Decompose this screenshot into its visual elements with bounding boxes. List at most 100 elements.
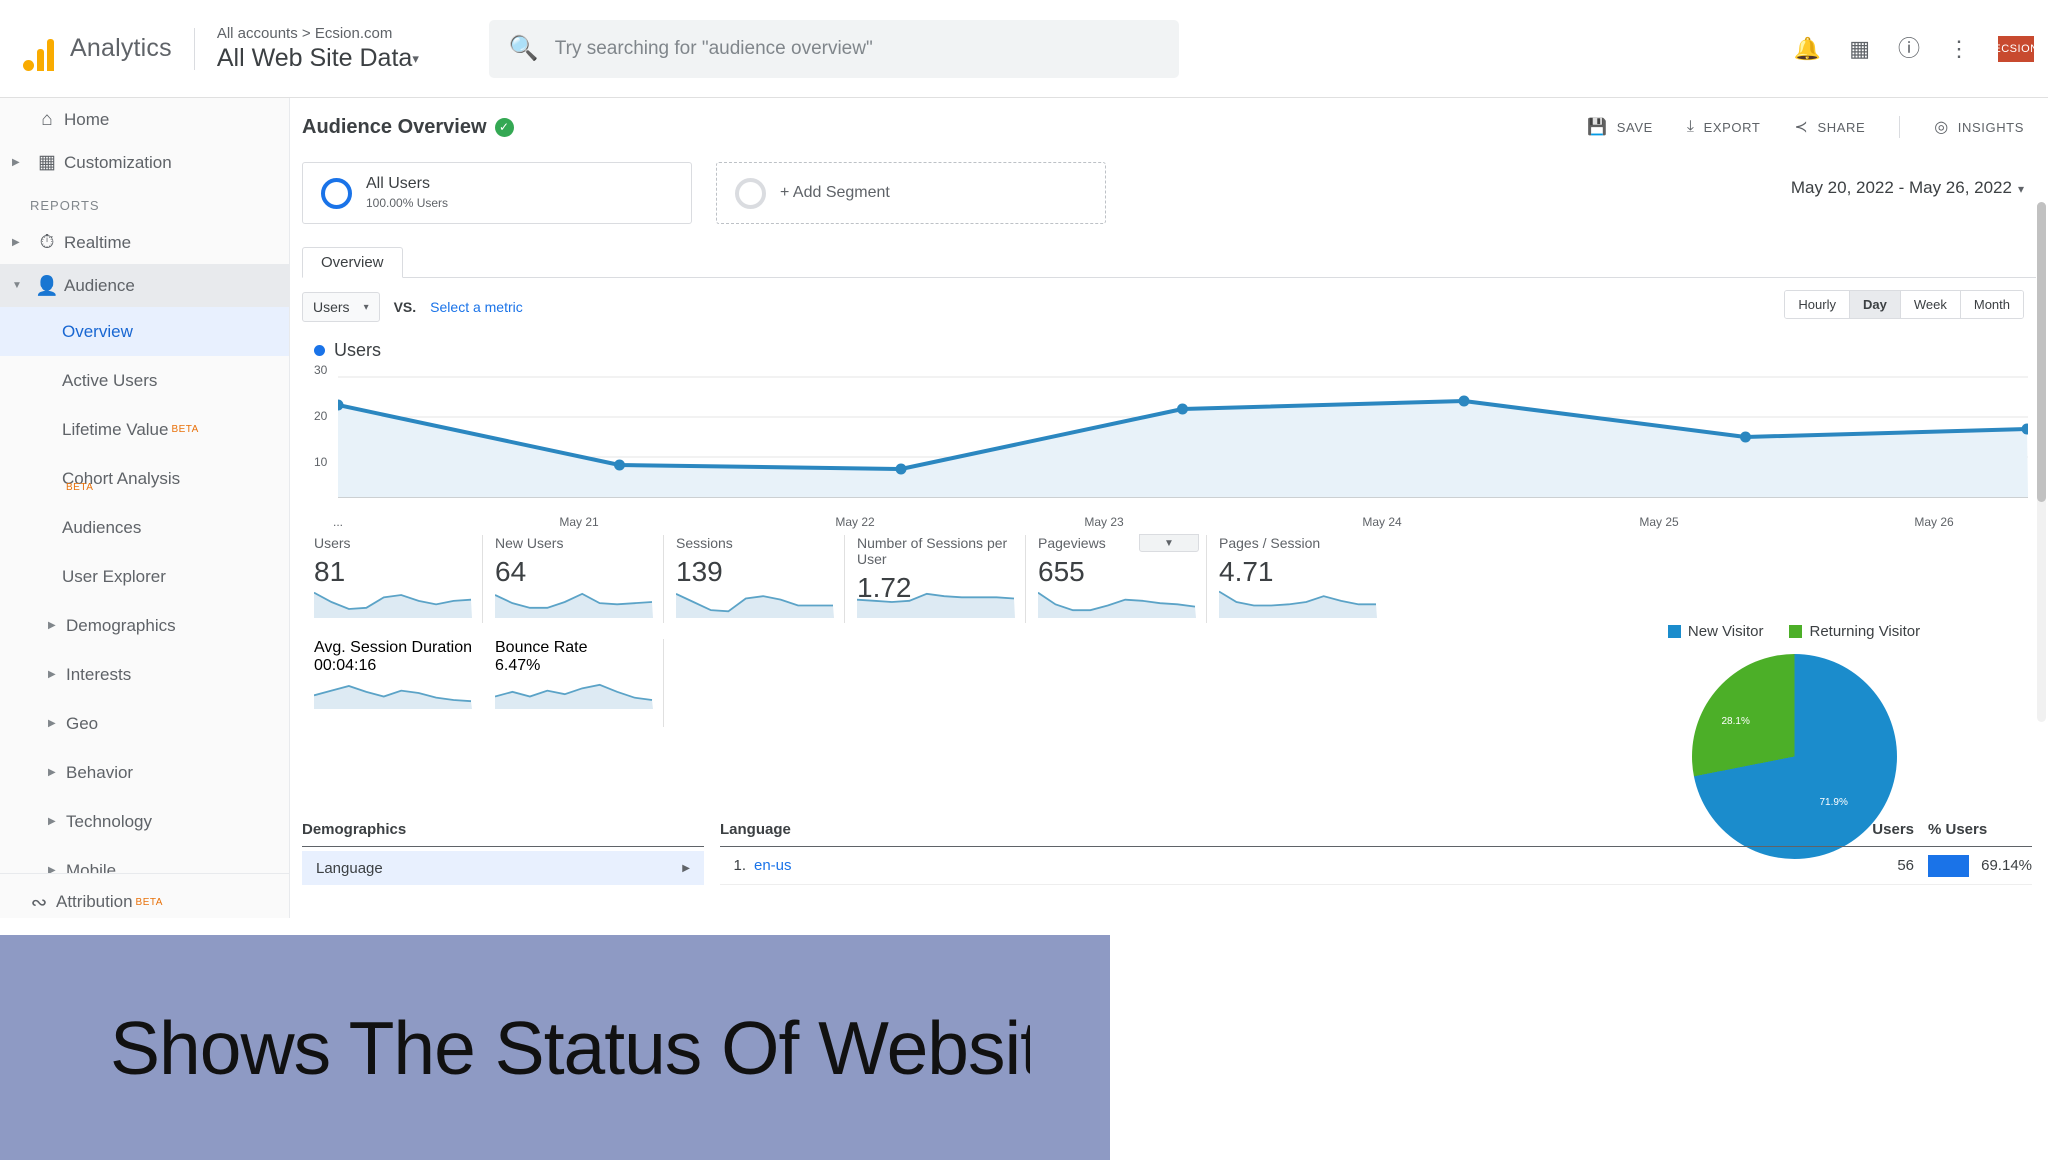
segment-all-users[interactable]: All Users 100.00% Users (302, 162, 692, 224)
insights-button[interactable]: ◎ INSIGHTS (1934, 117, 2024, 137)
metric-selector[interactable]: Users ▾ (302, 292, 380, 322)
select-a-metric-link[interactable]: Select a metric (430, 299, 523, 315)
segment-sub: 100.00% Users (366, 196, 449, 211)
users-line-chart[interactable]: 30 20 10 ... May 21 May 22 May 23 May 24… (314, 363, 2028, 552)
chart-legend: Users (290, 322, 2048, 361)
google-analytics-screen: Analytics All accounts > Ecsion.com All … (0, 0, 2048, 1160)
metric-selected-label: Users (313, 299, 350, 315)
page-title: Audience Overview (302, 115, 487, 138)
column-header-pct-users: % Users (1928, 821, 1988, 838)
property-label: All Web Site Data (216, 43, 413, 72)
segment-row: All Users 100.00% Users + Add Segment Ma… (290, 156, 2048, 224)
page-action-group: 💾 SAVE ⤓ EXPORT ≺ SHARE ◎ INSIGHTS (1587, 116, 2024, 138)
date-range-selector[interactable]: May 20, 2022 - May 26, 2022 ▾ (1791, 178, 2024, 198)
top-bar: Analytics All accounts > Ecsion.com All … (0, 0, 2048, 98)
verified-icon: ✓ (494, 117, 514, 137)
metric-label: Number of Sessions per User (857, 535, 1008, 567)
sidebar-item-lifetime-value[interactable]: Lifetime Value BETA (0, 405, 289, 454)
sparkline (313, 584, 472, 623)
metric-label: Avg. Session Duration (314, 639, 473, 656)
segment-ring-icon (321, 177, 352, 209)
column-header-language: Language (720, 821, 791, 838)
save-button[interactable]: 💾 SAVE (1587, 117, 1653, 137)
sidebar-item-technology[interactable]: ▶ Technology (0, 797, 289, 846)
chevron-right-icon: ▶ (12, 237, 20, 248)
metric-label: Pageviews (1038, 535, 1106, 551)
sidebar-section-reports: REPORTS (30, 198, 100, 213)
search-input[interactable] (554, 37, 1159, 60)
home-icon: ⌂ (41, 108, 53, 130)
scrollbar-thumb[interactable] (2037, 202, 2046, 502)
sidebar-item-cohort-analysis[interactable]: Cohort Analysis BETA (0, 454, 289, 503)
add-segment-button[interactable]: + Add Segment (716, 162, 1106, 224)
metric-card-new-users[interactable]: New Users 64 (483, 535, 664, 623)
sidebar-item-behavior[interactable]: ▶ Behavior (0, 748, 289, 797)
demographics-panel: Demographics Language ▶ (302, 821, 704, 885)
sidebar-item-active-users[interactable]: Active Users (0, 356, 289, 405)
granularity-day[interactable]: Day (1850, 291, 1901, 318)
sidebar-item-geo[interactable]: ▶ Geo (0, 699, 289, 748)
chevron-right-icon: ▶ (48, 816, 56, 827)
help-icon[interactable]: ⓘ (1898, 37, 1920, 60)
sidebar-item-interests[interactable]: ▶ Interests (0, 650, 289, 699)
metric-card-users[interactable]: Users 81 (302, 535, 483, 623)
person-icon: 👤 (35, 275, 59, 297)
metric-card-avg-session-duration[interactable]: Avg. Session Duration 00:04:16 (302, 639, 483, 727)
notifications-icon[interactable]: 🔔 (1794, 37, 1821, 60)
share-button[interactable]: ≺ SHARE (1794, 117, 1865, 137)
sidebar-item-label: Interests (66, 664, 132, 684)
granularity-hourly[interactable]: Hourly (1785, 291, 1850, 318)
more-options-icon[interactable]: ⋮ (1948, 37, 1970, 60)
beta-badge: BETA (66, 482, 94, 493)
legend-label: Returning Visitor (1809, 623, 1921, 640)
row-language-link[interactable]: en-us (754, 857, 792, 874)
row-label: Language (316, 859, 383, 877)
beta-badge: BETA (135, 896, 163, 908)
caption-banner: Shows The Status Of Website (0, 935, 1110, 1160)
date-range-label: May 20, 2022 - May 26, 2022 (1790, 178, 2012, 197)
save-icon: 💾 (1587, 119, 1608, 136)
sidebar-item-overview[interactable]: Overview (0, 307, 289, 356)
sidebar-item-audiences[interactable]: Audiences (0, 503, 289, 552)
export-button[interactable]: ⤓ EXPORT (1687, 118, 1761, 136)
metric-label: Bounce Rate (495, 639, 588, 656)
sidebar-item-realtime[interactable]: ▶ ⏱ Realtime (0, 221, 289, 264)
granularity-month[interactable]: Month (1960, 291, 2023, 318)
action-label: SAVE (1616, 119, 1653, 135)
row-pct-cell: 69.14% (1914, 854, 2032, 877)
row-pct: 69.14% (1981, 857, 2032, 874)
sidebar-item-audience[interactable]: ▼ 👤 Audience (0, 264, 289, 307)
tab-overview[interactable]: Overview (302, 247, 403, 278)
metric-card-bounce-rate[interactable]: Bounce Rate 6.47% (483, 639, 664, 727)
apps-grid-icon[interactable]: ▦ (1849, 37, 1870, 60)
granularity-week[interactable]: Week (1900, 291, 1961, 318)
analytics-logo-icon (16, 27, 60, 71)
vs-label: VS. (393, 299, 417, 315)
sidebar-item-customization[interactable]: ▶ ▦ Customization (0, 141, 289, 184)
property-name[interactable]: All Web Site Data▾ (217, 44, 419, 73)
x-tick-3: May 23 (1084, 515, 1124, 529)
sidebar-item-user-explorer[interactable]: User Explorer (0, 552, 289, 601)
legend-swatch (1667, 625, 1681, 638)
sidebar-item-label: Audiences (62, 517, 142, 537)
sidebar-item-demographics[interactable]: ▶ Demographics (0, 601, 289, 650)
metric-card-sessions-per-user[interactable]: Number of Sessions per User 1.72 (845, 535, 1026, 623)
search-bar[interactable]: 🔍 (488, 19, 1179, 78)
demographics-row-language[interactable]: Language ▶ (302, 851, 704, 885)
breadcrumb: All accounts > Ecsion.com (216, 24, 393, 42)
sparkline (675, 584, 834, 623)
banner-arrow-tail (1030, 935, 1110, 1160)
metric-card-pages-per-session[interactable]: Pages / Session 4.71 (1207, 535, 1388, 623)
vertical-scrollbar[interactable] (2037, 202, 2046, 722)
x-tick-1: May 21 (559, 515, 599, 529)
avatar[interactable]: ECSION (1993, 35, 2038, 62)
sidebar-item-attribution[interactable]: ∾ Attribution BETA (0, 880, 289, 918)
metric-card-pageviews[interactable]: Pageviews 655 (1026, 535, 1207, 623)
legend-new-visitor: New Visitor (1667, 623, 1763, 640)
table-row[interactable]: 1. en-us 56 69.14% (720, 847, 2032, 885)
sidebar-item-home[interactable]: ⌂ Home (0, 98, 289, 141)
account-selector[interactable]: All accounts > Ecsion.com All Web Site D… (217, 25, 419, 73)
metric-card-sessions[interactable]: Sessions 139 (664, 535, 845, 623)
row-bar (1928, 854, 1970, 877)
attribution-icon: ∾ (30, 891, 48, 914)
